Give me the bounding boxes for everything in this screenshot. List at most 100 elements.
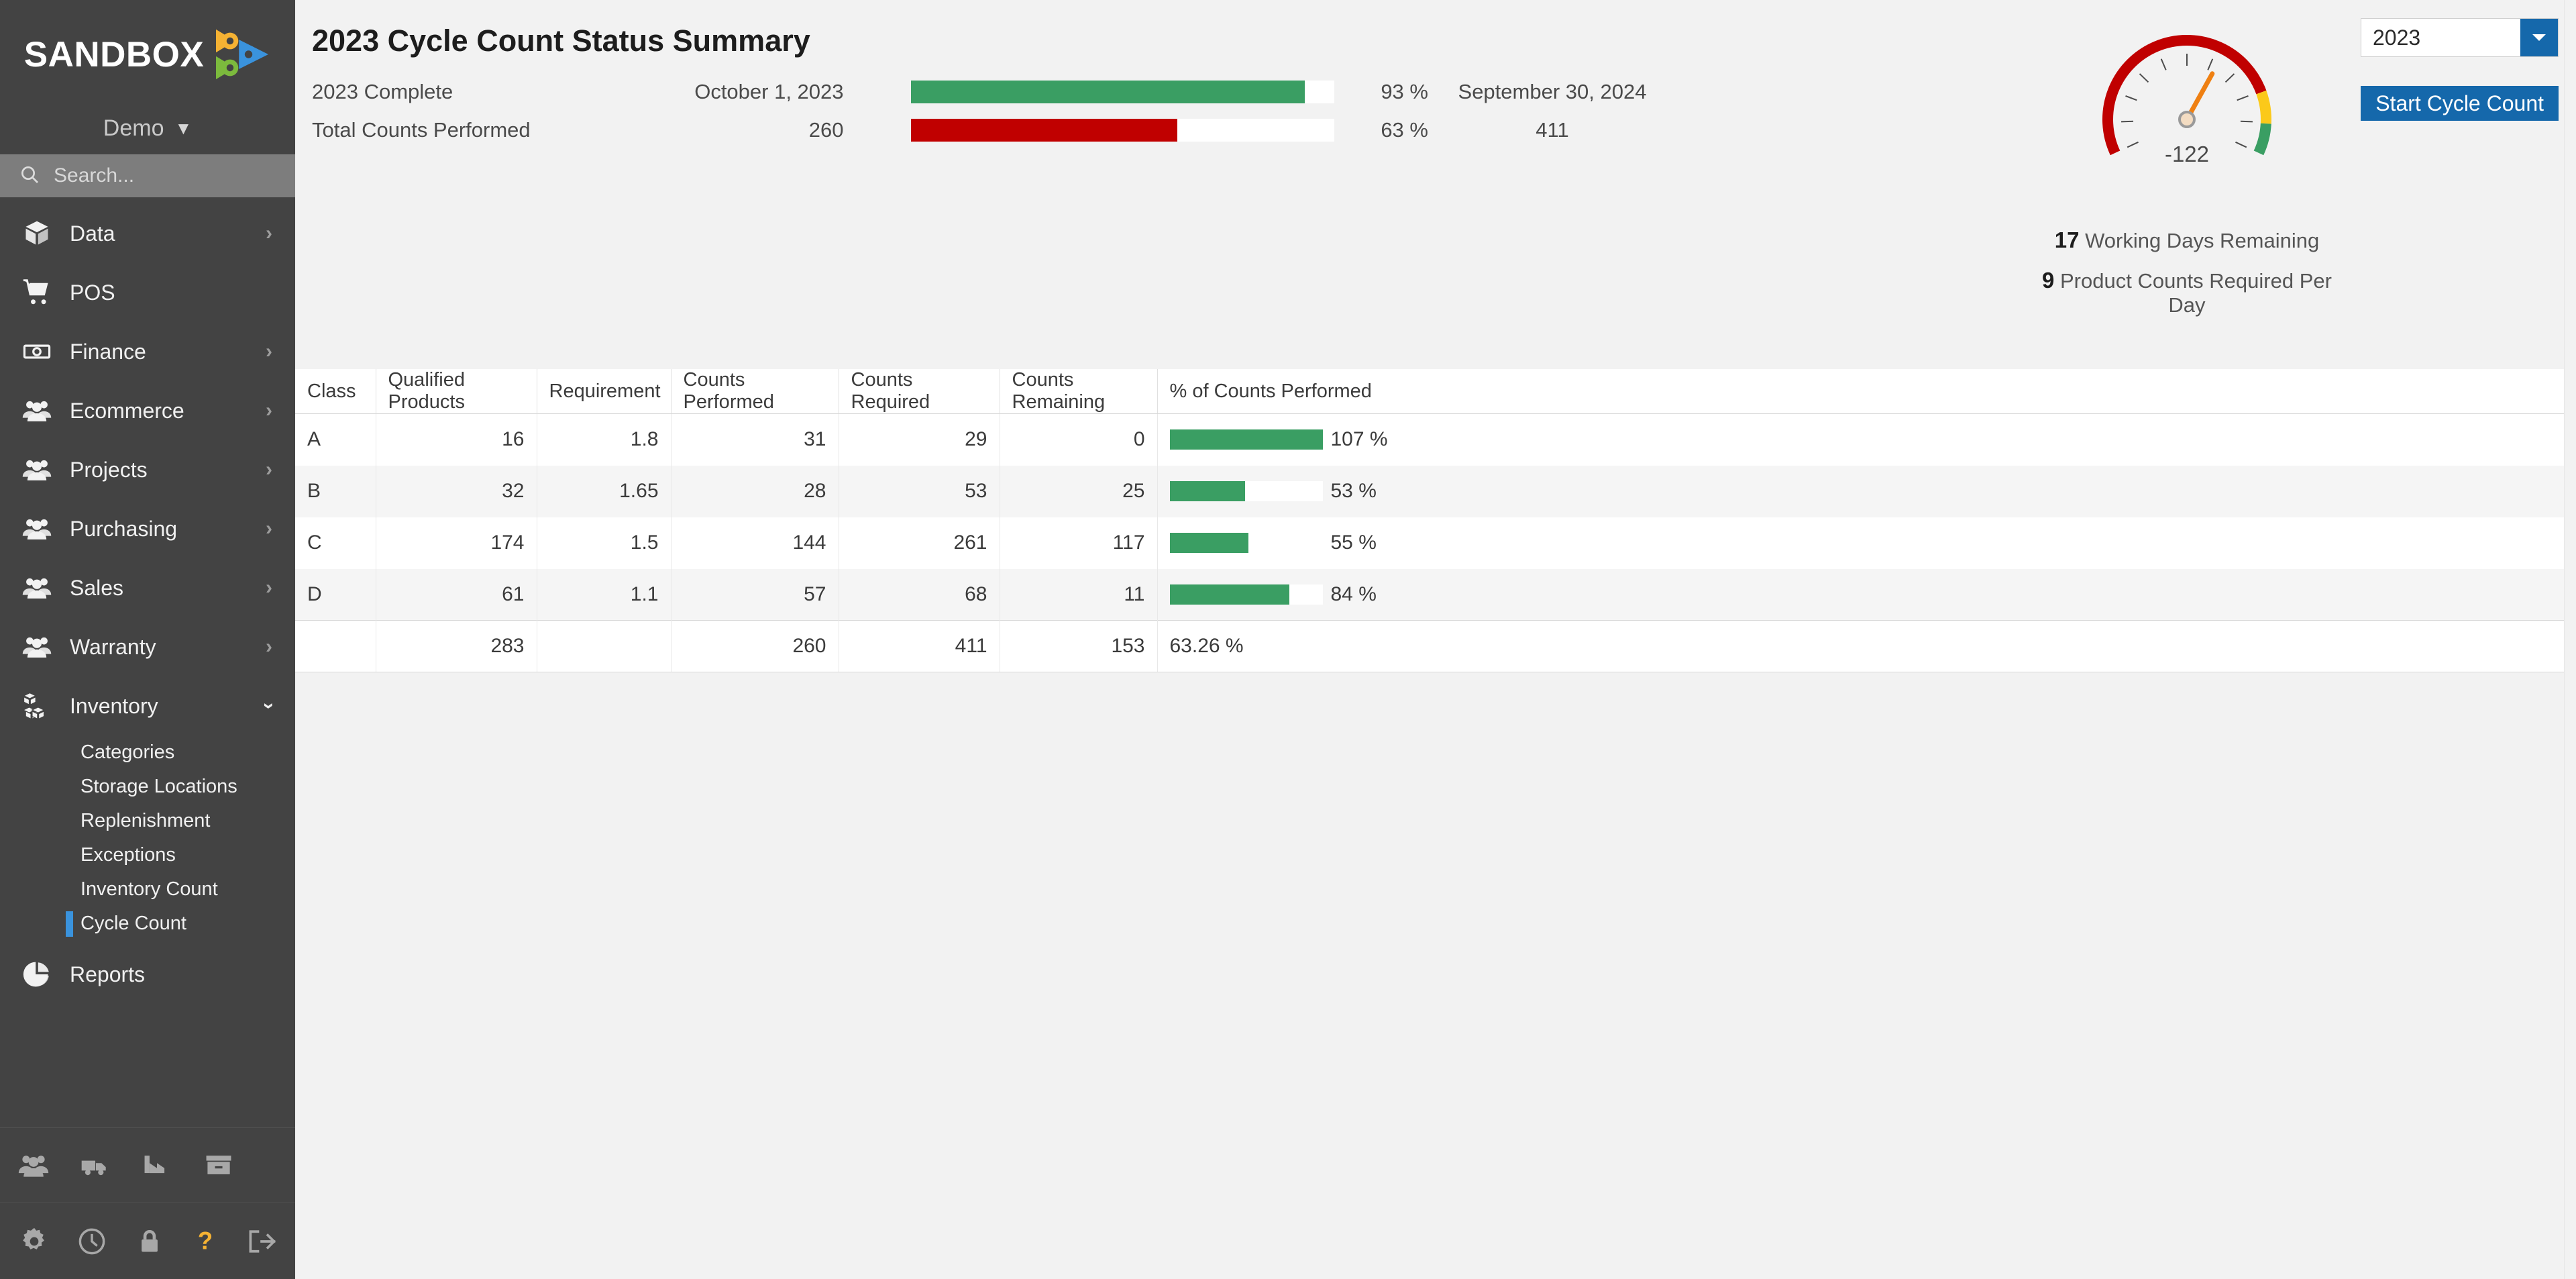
sidebar-subitem-replenishment[interactable]: Replenishment: [0, 804, 295, 838]
pct-progress-fill: [1169, 533, 1248, 553]
column-header-pct-counts-performed[interactable]: % of Counts Performed: [1157, 369, 2576, 414]
cart-icon: [16, 278, 58, 307]
search-input[interactable]: [54, 164, 268, 187]
pie-chart-icon: [16, 960, 58, 989]
sidebar-item-pos[interactable]: POS: [0, 263, 295, 322]
sidebar-item-inventory[interactable]: Inventory ›: [0, 676, 295, 735]
summary-panel: 2023 Complete October 1, 2023 93 % Septe…: [312, 72, 1654, 149]
sidebar-subitem-label: Categories: [80, 741, 175, 763]
tenant-name: Demo: [103, 115, 164, 141]
sidebar-subitem-label: Replenishment: [80, 810, 211, 831]
cell-counts-performed: 57: [671, 568, 839, 621]
summary-value-secondary: 411: [1536, 117, 1569, 142]
summary-row: Total Counts Performed 260 63 % 411: [312, 111, 1654, 149]
chevron-down-icon[interactable]: [2520, 19, 2558, 56]
sidebar-item-warranty[interactable]: Warranty ›: [0, 617, 295, 676]
sidebar-item-purchasing[interactable]: Purchasing ›: [0, 499, 295, 558]
clock-icon[interactable]: [76, 1226, 107, 1257]
chevron-right-icon: ›: [266, 635, 272, 658]
cell-counts-remaining: 0: [1000, 413, 1158, 466]
sidebar-item-sales[interactable]: Sales ›: [0, 558, 295, 617]
sidebar-subitem-storage-locations[interactable]: Storage Locations: [0, 770, 295, 804]
sidebar-nav: Data › POS Finance › Ecommerce › Project…: [0, 197, 295, 1127]
chevron-down-icon: ▼: [174, 117, 193, 138]
gear-icon[interactable]: [19, 1226, 50, 1257]
brand-header[interactable]: SANDBOX: [0, 0, 295, 102]
inventory-subnav: Categories Storage Locations Replenishme…: [0, 735, 295, 945]
page-scrollbar[interactable]: [2564, 0, 2576, 1279]
cell-class: A: [295, 413, 376, 466]
column-header-counts-performed[interactable]: Counts Performed: [671, 369, 839, 414]
sidebar-subitem-label: Storage Locations: [80, 776, 237, 797]
factory-icon[interactable]: [141, 1149, 173, 1182]
cell-pct-counts-performed: 107 %: [1157, 413, 2576, 466]
pct-progress-bar: [1169, 533, 1323, 553]
sidebar-item-finance[interactable]: Finance ›: [0, 322, 295, 381]
sidebar-item-label: Reports: [70, 962, 146, 986]
people-icon: [16, 395, 58, 426]
summary-label: 2023 Complete: [312, 79, 453, 103]
tenant-switcher[interactable]: Demo ▼: [0, 102, 295, 154]
sidebar-item-label: Projects: [70, 457, 148, 482]
search-bar[interactable]: [0, 154, 295, 197]
sidebar-item-ecommerce[interactable]: Ecommerce ›: [0, 381, 295, 440]
cell-qualified-products: 61: [376, 568, 537, 621]
cycle-count-table: Class Qualified Products Requirement Cou…: [295, 369, 2576, 672]
sidebar-item-projects[interactable]: Projects ›: [0, 440, 295, 499]
summary-percent-label: 93 %: [1381, 79, 1428, 103]
cell-class: B: [295, 465, 376, 517]
main-content: 2023 Cycle Count Status Summary 2023 Com…: [295, 0, 2576, 1279]
truck-icon[interactable]: [79, 1149, 111, 1182]
sidebar-item-data[interactable]: Data ›: [0, 204, 295, 263]
cell-counts-remaining: 25: [1000, 465, 1158, 517]
cell-counts-performed: 31: [671, 413, 839, 466]
column-header-counts-remaining[interactable]: Counts Remaining: [1000, 369, 1158, 414]
gauge-widget: -122 17 Working Days Remaining 9 Product…: [2036, 19, 2338, 317]
lock-icon[interactable]: [134, 1226, 165, 1257]
summary-progress-fill: [910, 80, 1305, 103]
sidebar-subitem-exceptions[interactable]: Exceptions: [0, 838, 295, 872]
sidebar-item-label: Finance: [70, 339, 146, 364]
help-question-icon[interactable]: ?: [192, 1226, 219, 1257]
banknote-icon: [16, 336, 58, 367]
table-row[interactable]: A 16 1.8 31 29 0 107 %: [295, 413, 2576, 466]
archive-box-icon[interactable]: [203, 1149, 235, 1182]
gauge-days-text: Working Days Remaining: [2079, 229, 2320, 252]
column-header-counts-required[interactable]: Counts Required: [839, 369, 1000, 414]
sidebar-item-reports[interactable]: Reports: [0, 945, 295, 1004]
sidebar-subitem-label: Inventory Count: [80, 878, 218, 900]
cell-total-pct: 63.26 %: [1157, 620, 2576, 672]
chevron-right-icon: ›: [266, 517, 272, 540]
page-title: 2023 Cycle Count Status Summary: [312, 23, 810, 58]
sidebar-subitem-inventory-count[interactable]: Inventory Count: [0, 872, 295, 907]
column-header-requirement[interactable]: Requirement: [537, 369, 672, 414]
sidebar-item-label: Warranty: [70, 634, 156, 659]
pct-progress-bar: [1169, 481, 1323, 501]
sidebar-subitem-categories[interactable]: Categories: [0, 735, 295, 770]
summary-progress-bar: [910, 80, 1334, 103]
cell-pct-counts-performed: 84 %: [1157, 568, 2576, 621]
cell-requirement: 1.65: [537, 465, 672, 517]
logout-icon[interactable]: [246, 1226, 278, 1257]
year-select[interactable]: 2023: [2361, 18, 2559, 57]
pct-label: 84 %: [1330, 582, 1377, 605]
cell-counts-remaining: 117: [1000, 517, 1158, 569]
table-row[interactable]: D 61 1.1 57 68 11 84 %: [295, 568, 2576, 621]
sidebar-system-icons: ?: [0, 1203, 295, 1279]
summary-value-primary: 260: [808, 117, 844, 142]
table-header-row: Class Qualified Products Requirement Cou…: [295, 369, 2576, 414]
people-icon[interactable]: [17, 1149, 50, 1182]
summary-percent-label: 63 %: [1381, 117, 1428, 142]
chevron-right-icon: ›: [266, 576, 272, 599]
sidebar: SANDBOX Demo ▼ Search... Data › POS Fina…: [0, 0, 295, 1279]
sidebar-subitem-cycle-count[interactable]: Cycle Count: [0, 907, 295, 941]
people-icon: [16, 513, 58, 544]
start-cycle-count-button[interactable]: Start Cycle Count: [2361, 86, 2559, 121]
column-header-class[interactable]: Class: [295, 369, 376, 414]
sidebar-item-label: Data: [70, 221, 115, 246]
year-select-value: 2023: [2373, 25, 2421, 50]
column-header-qualified-products[interactable]: Qualified Products: [376, 369, 537, 414]
table-row[interactable]: B 32 1.65 28 53 25 53 %: [295, 465, 2576, 517]
gauge-days-number: 17: [2054, 227, 2080, 252]
table-row[interactable]: C 174 1.5 144 261 117 55 %: [295, 517, 2576, 569]
